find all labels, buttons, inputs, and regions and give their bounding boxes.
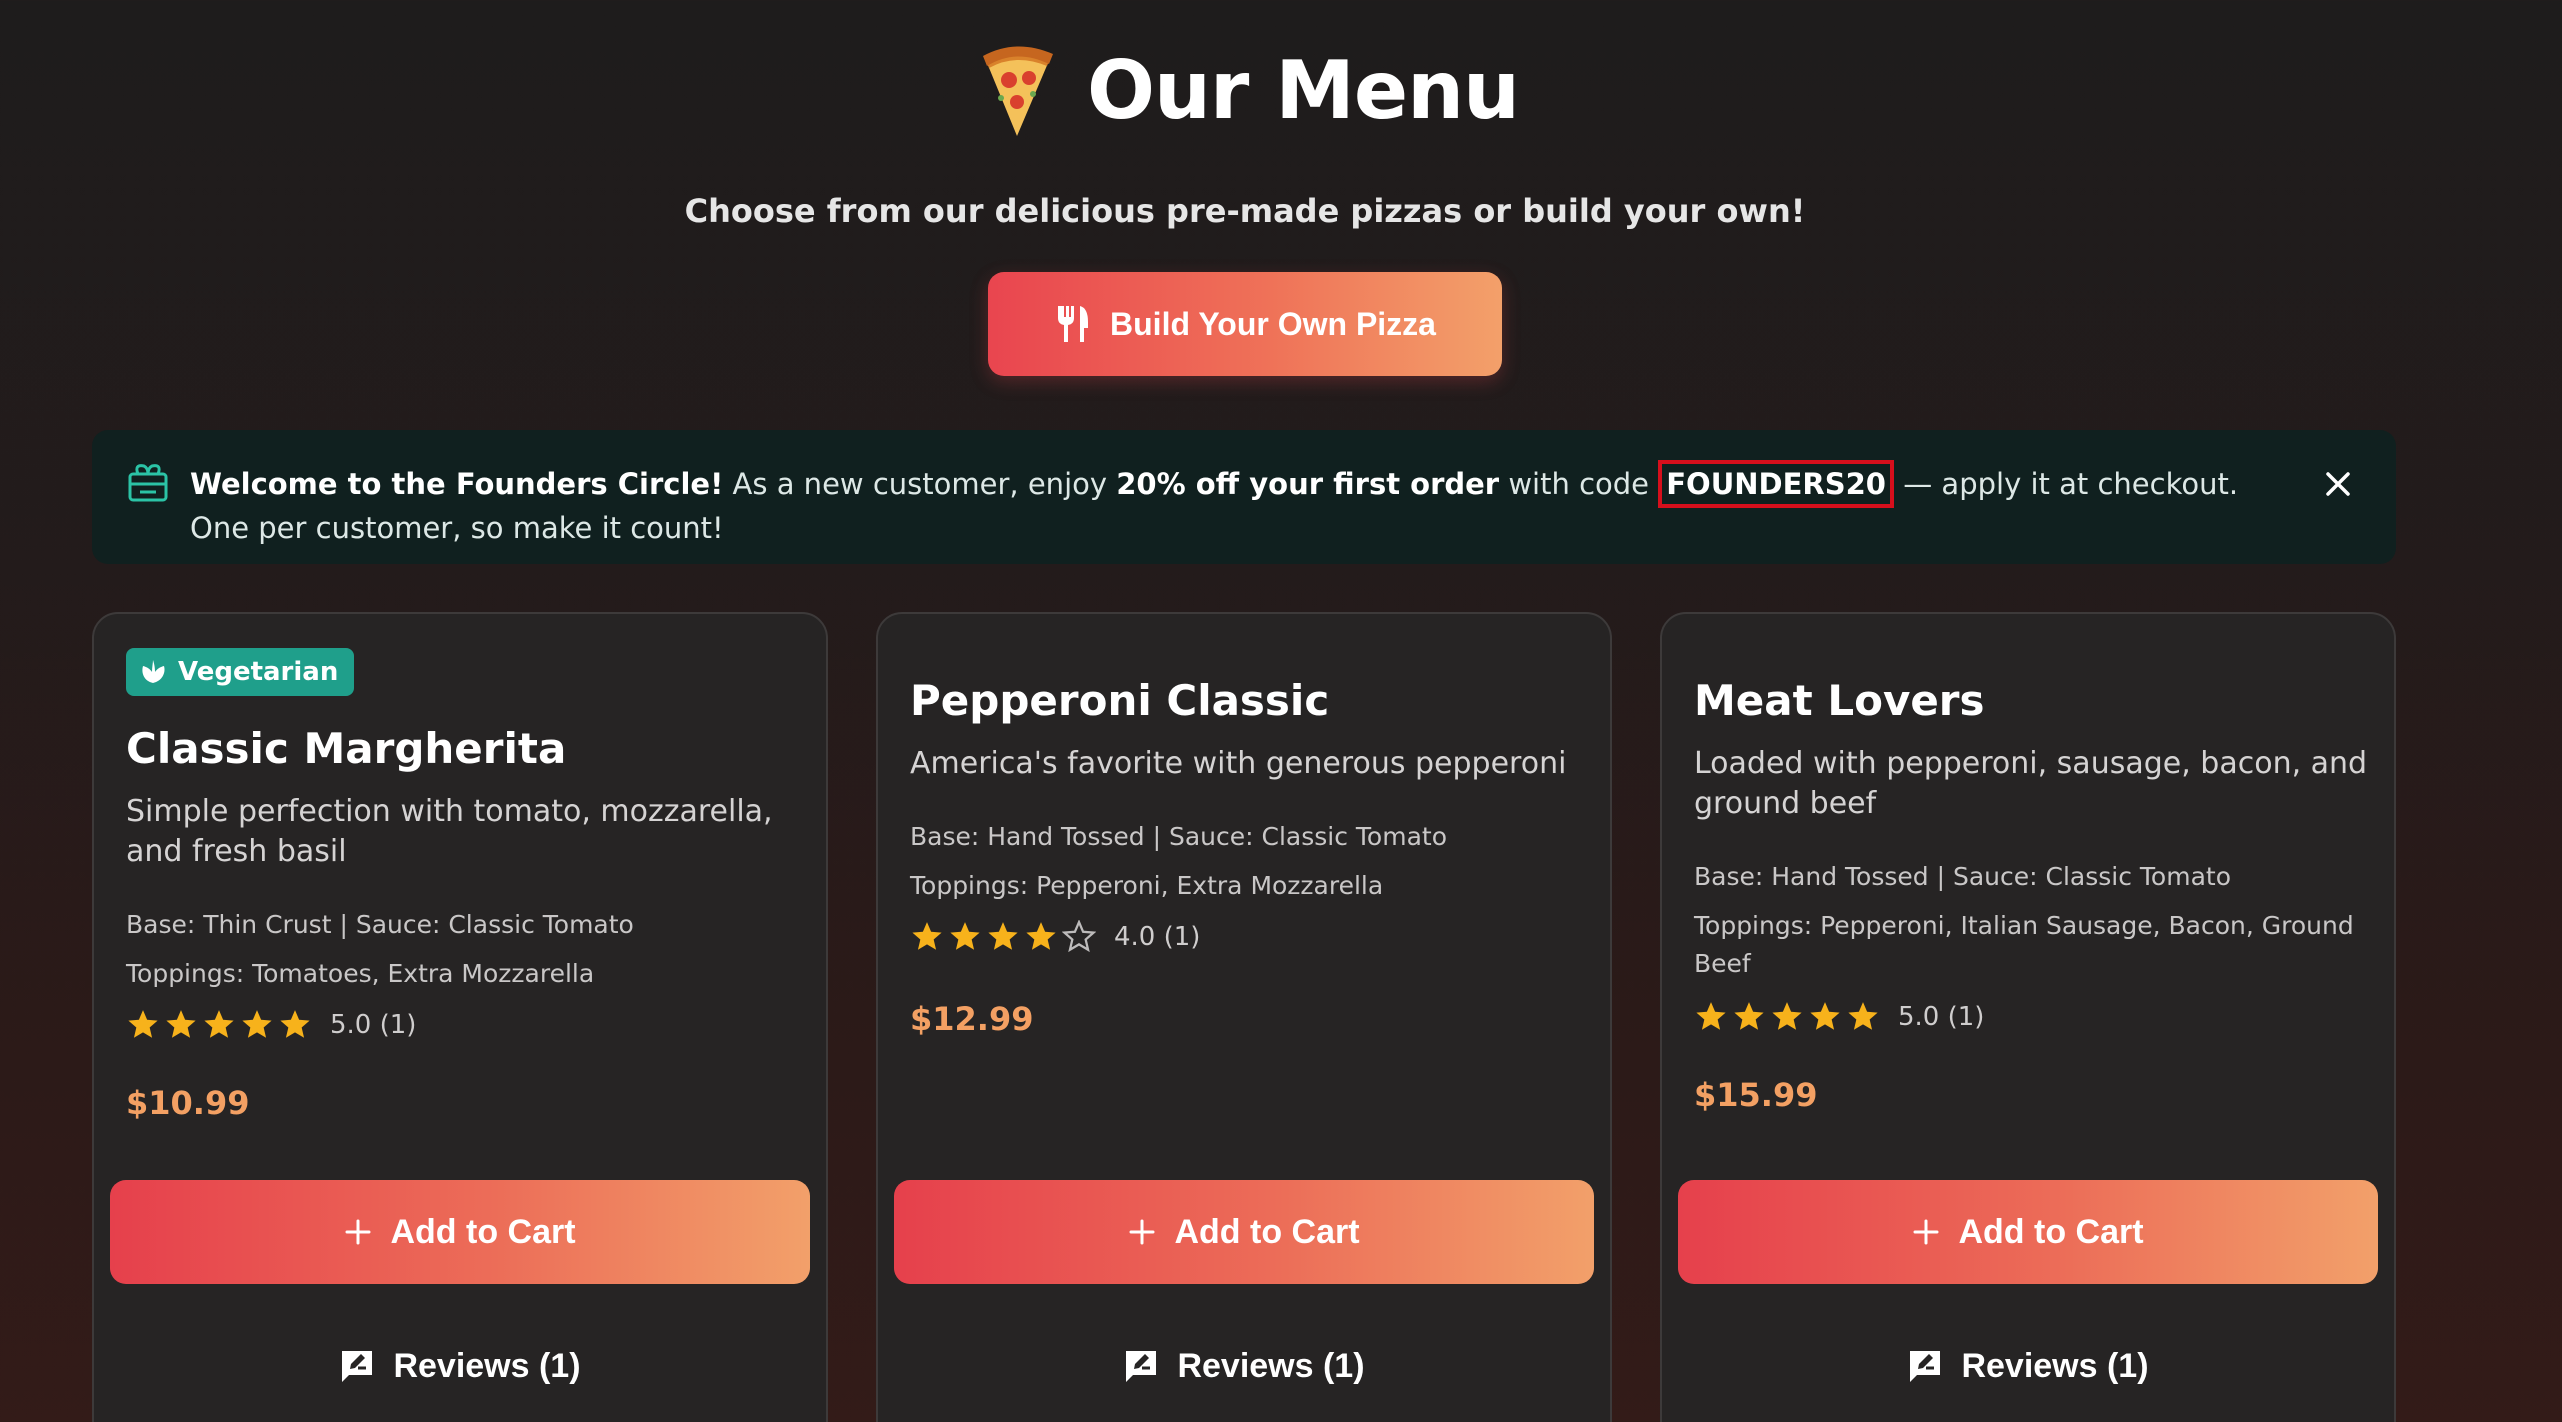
pizza-toppings: Toppings: Tomatoes, Extra Mozzarella: [126, 959, 595, 988]
pizza-price: $15.99: [1694, 1076, 1818, 1114]
pizza-rating: 5.0 (1): [126, 1008, 416, 1042]
review-icon: [342, 1351, 373, 1382]
gift-icon: [128, 464, 168, 502]
plus-icon: [1913, 1219, 1939, 1245]
add-to-cart-button[interactable]: Add to Cart: [110, 1180, 810, 1284]
rating-text: 5.0 (1): [330, 1010, 417, 1040]
founders-banner: Welcome to the Founders Circle! As a new…: [92, 430, 2396, 564]
pizza-base-sauce: Base: Thin Crust | Sauce: Classic Tomato: [126, 910, 634, 939]
add-to-cart-label: Add to Cart: [1958, 1212, 2144, 1251]
pizza-icon: [982, 46, 1053, 136]
star-filled-icon: [280, 1010, 310, 1038]
page-subtitle: Choose from our delicious pre-made pizza…: [684, 192, 1806, 230]
star-filled-icon: [1848, 1002, 1878, 1030]
star-filled-icon: [1734, 1002, 1764, 1030]
page-title: Our Menu: [1086, 43, 1520, 137]
reviews-label: Reviews (1): [1961, 1346, 2149, 1385]
rating-text: 4.0 (1): [1114, 922, 1201, 952]
build-button-label: Build Your Own Pizza: [1110, 305, 1436, 342]
add-to-cart-button[interactable]: Add to Cart: [1678, 1180, 2378, 1284]
plus-icon: [345, 1219, 371, 1245]
rating-stars: [910, 920, 1096, 954]
pizza-toppings: Toppings: Pepperoni, Extra Mozzarella: [910, 871, 1384, 900]
add-to-cart-button[interactable]: Add to Cart: [894, 1180, 1594, 1284]
banner-text-1: As a new customer, enjoy: [723, 467, 1117, 501]
reviews-button[interactable]: Reviews (1): [1678, 1314, 2378, 1418]
vegetarian-badge: Vegetarian: [126, 648, 355, 696]
star-filled-icon: [912, 922, 942, 950]
star-filled-icon: [242, 1010, 272, 1038]
pizza-rating: 5.0 (1): [1694, 1000, 1984, 1034]
promo-code: FOUNDERS20: [1658, 460, 1894, 508]
pizza-base-sauce: Base: Hand Tossed | Sauce: Classic Tomat…: [1694, 862, 2231, 891]
banner-message: Welcome to the Founders Circle! As a new…: [190, 460, 2260, 548]
leaf-icon: [142, 660, 165, 683]
rating-stars: [1694, 1000, 1880, 1034]
reviews-button[interactable]: Reviews (1): [894, 1314, 1594, 1418]
close-icon: [2326, 472, 2350, 496]
pizza-base-sauce: Base: Hand Tossed | Sauce: Classic Tomat…: [910, 822, 1447, 851]
star-filled-icon: [1026, 922, 1056, 950]
pizza-card: Pepperoni Classic America's favorite wit…: [876, 612, 1612, 1422]
add-to-cart-label: Add to Cart: [390, 1212, 576, 1251]
add-to-cart-label: Add to Cart: [1174, 1212, 1360, 1251]
star-filled-icon: [1810, 1002, 1840, 1030]
star-empty-icon: [1062, 920, 1096, 953]
star-filled-icon: [128, 1010, 158, 1038]
menu-page: Our Menu Choose from our delicious pre-m…: [0, 0, 2562, 1422]
rating-text: 5.0 (1): [1898, 1002, 1985, 1032]
review-icon: [1910, 1351, 1941, 1382]
rating-stars: [126, 1008, 312, 1042]
pizza-card: Meat Lovers Loaded with pepperoni, sausa…: [1660, 612, 2396, 1422]
build-your-own-pizza-button[interactable]: Build Your Own Pizza: [988, 272, 1502, 376]
star-filled-icon: [204, 1010, 234, 1038]
pizza-rating: 4.0 (1): [910, 920, 1200, 954]
menu-header: Our Menu Choose from our delicious pre-m…: [0, 30, 2490, 376]
fork-knife-icon: [1058, 306, 1089, 342]
reviews-button[interactable]: Reviews (1): [110, 1314, 810, 1418]
pizza-price: $12.99: [910, 1000, 1034, 1038]
pizza-description: America's favorite with generous peppero…: [910, 746, 1567, 781]
title-row: Our Menu: [971, 30, 1520, 150]
star-filled-icon: [1696, 1002, 1726, 1030]
reviews-label: Reviews (1): [1177, 1346, 1365, 1385]
banner-discount: 20% off your first order: [1116, 467, 1500, 501]
pizza-price: $10.99: [126, 1084, 250, 1122]
banner-close-button[interactable]: [2318, 464, 2358, 504]
pizza-description: Loaded with pepperoni, sausage, bacon, a…: [1694, 746, 2368, 821]
pizza-name: Classic Margherita: [126, 724, 567, 773]
reviews-label: Reviews (1): [393, 1346, 581, 1385]
pizza-name: Meat Lovers: [1694, 676, 1985, 725]
pizza-toppings: Toppings: Pepperoni, Italian Sausage, Ba…: [1694, 911, 2354, 978]
star-filled-icon: [950, 922, 980, 950]
pizza-card: Vegetarian Classic Margherita Simple per…: [92, 612, 828, 1422]
star-filled-icon: [988, 922, 1018, 950]
star-filled-icon: [1772, 1002, 1802, 1030]
pizza-name: Pepperoni Classic: [910, 676, 1330, 725]
banner-lead: Welcome to the Founders Circle!: [190, 467, 724, 501]
pizza-description: Simple perfection with tomato, mozzarell…: [126, 794, 773, 869]
plus-icon: [1129, 1219, 1155, 1245]
banner-text-2: with code: [1499, 467, 1659, 501]
star-filled-icon: [166, 1010, 196, 1038]
badge-label: Vegetarian: [178, 657, 339, 687]
review-icon: [1126, 1351, 1157, 1382]
